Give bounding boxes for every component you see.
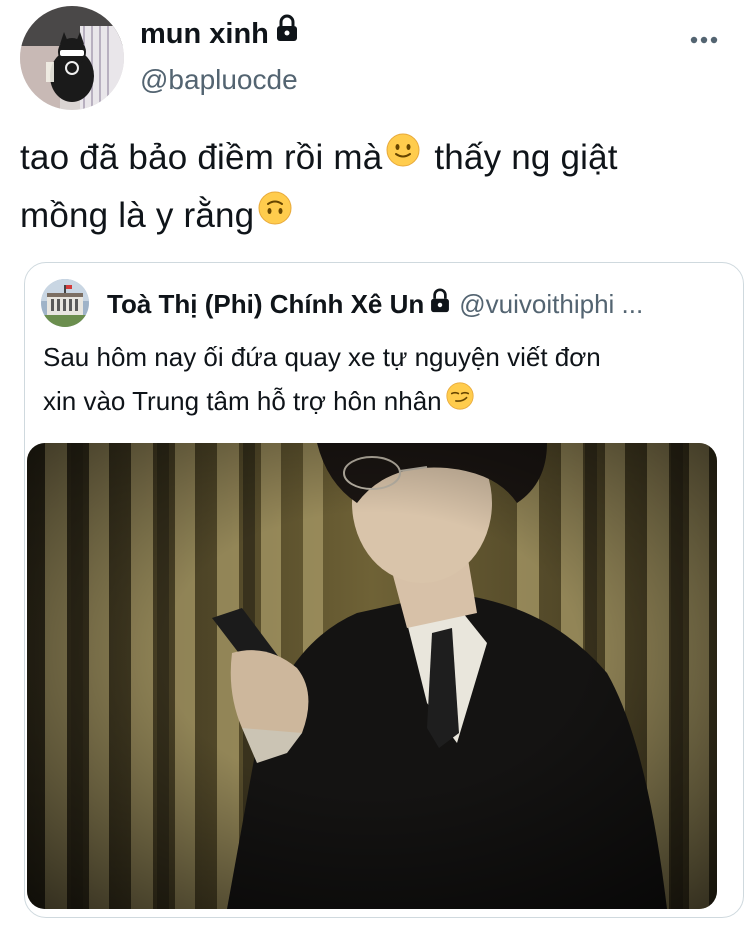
- author-handle[interactable]: @bapluocde: [140, 62, 298, 98]
- quoted-author-avatar[interactable]: [41, 279, 89, 327]
- tweet-text-line1: tao đã bảo điềm rồi mà: [20, 138, 383, 177]
- quoted-tweet-card[interactable]: Toà Thị (Phi) Chính Xê Un @vuivoithiphi …: [24, 262, 744, 918]
- smirking-face-icon: [446, 379, 474, 423]
- more-dots-icon: [690, 36, 718, 44]
- more-options-button[interactable]: [686, 24, 722, 56]
- slightly-smiling-face-icon: [386, 128, 420, 184]
- quoted-tweet-header: Toà Thị (Phi) Chính Xê Un @vuivoithiphi …: [107, 287, 723, 323]
- lock-icon: [429, 287, 451, 321]
- author-name[interactable]: mun xinh: [140, 14, 299, 54]
- quoted-tweet-text-line1: Sau hôm nay ối đứa quay xe tự nguyện viế…: [43, 342, 601, 372]
- quoted-tweet-text-line2: xin vào Trung tâm hỗ trợ hôn nhân: [43, 386, 442, 416]
- building-avatar-image: [41, 279, 89, 327]
- tweet-text-line1b: thấy ng giật: [434, 138, 618, 177]
- lock-icon: [275, 14, 299, 51]
- photo-image: [27, 443, 717, 909]
- tweet-text: tao đã bảo điềm rồi mà thấy ng giật mồng…: [20, 130, 720, 246]
- quoted-author-handle[interactable]: @vuivoithiphi ...: [459, 289, 643, 319]
- avatar-image: [20, 6, 124, 110]
- quoted-tweet-photo[interactable]: [27, 443, 717, 909]
- tweet: mun xinh @bapluocde tao đã bảo điềm rồi …: [0, 0, 750, 930]
- tweet-text-line2: mồng là y rằng: [20, 195, 255, 235]
- upside-down-face-icon: [258, 186, 292, 242]
- author-name-text: mun xinh: [140, 18, 269, 50]
- quoted-author-name[interactable]: Toà Thị (Phi) Chính Xê Un: [107, 289, 424, 319]
- quoted-tweet-text: Sau hôm nay ối đứa quay xe tự nguyện viế…: [43, 335, 723, 425]
- author-avatar[interactable]: [20, 6, 124, 110]
